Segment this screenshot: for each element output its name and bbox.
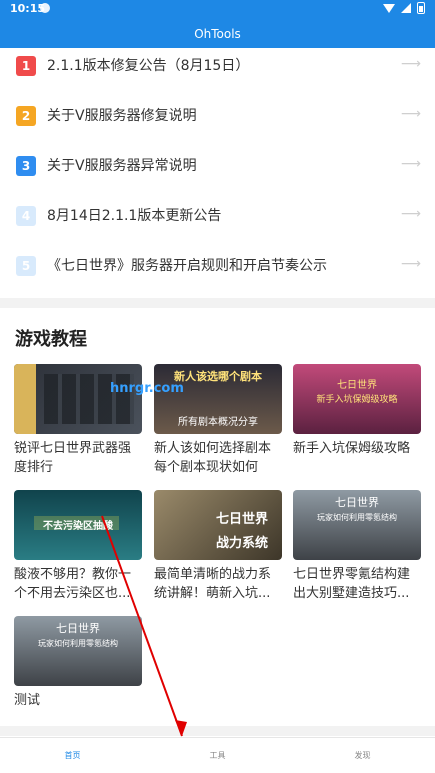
tutorial-thumbnail <box>14 364 142 434</box>
tutorial-thumbnail: 七日世界 玩家如何利用零氪结构 <box>293 490 421 560</box>
status-bar: 10:15 <box>0 0 435 18</box>
tutorial-thumbnail: 七日世界 战力系统 <box>154 490 282 560</box>
tutorial-card[interactable]: 七日世界 战力系统 最简单清晰的战力系统讲解！萌新入坑... <box>154 490 282 603</box>
notice-rank-badge: 4 <box>16 206 36 226</box>
tab-discover[interactable]: 发现 <box>290 738 435 773</box>
section-title: 游戏教程 <box>15 329 87 350</box>
tutorial-caption: 新手入坑保姆级攻略 <box>293 441 411 456</box>
tutorial-thumbnail: 不去污染区抽酸 <box>14 490 142 560</box>
tutorial-thumbnail: 七日世界 玩家如何利用零氪结构 <box>14 616 142 686</box>
notice-title: 8月14日2.1.1版本更新公告 <box>47 208 222 224</box>
tutorial-thumbnail: 新人该选哪个剧本 所有剧本概况分享 <box>154 364 282 434</box>
thumbnail-title: 七日世界 <box>56 622 100 635</box>
notice-list: 1 2.1.1版本修复公告（8月15日） ⟶ 2 关于V服服务器修复说明 ⟶ 3… <box>0 48 435 298</box>
tutorial-caption: 七日世界零氪结构建出大别墅建造技巧... <box>293 567 411 601</box>
tab-tools[interactable]: 工具 <box>145 738 290 773</box>
notice-item[interactable]: 2 关于V服服务器修复说明 ⟶ <box>0 98 435 148</box>
tutorial-card[interactable]: 不去污染区抽酸 酸液不够用？教你一个不用去污染区也... <box>14 490 142 603</box>
notice-title: 关于V服服务器异常说明 <box>47 158 197 174</box>
status-icons <box>383 2 425 14</box>
tutorial-card[interactable]: 七日世界 玩家如何利用零氪结构 七日世界零氪结构建出大别墅建造技巧... <box>293 490 421 603</box>
watermark: hnrgr.com <box>110 381 184 396</box>
notice-title: 2.1.1版本修复公告（8月15日） <box>47 58 250 74</box>
notice-item[interactable]: 1 2.1.1版本修复公告（8月15日） ⟶ <box>0 48 435 98</box>
bottom-divider <box>0 726 435 736</box>
arrow-right-icon: ⟶ <box>400 106 421 122</box>
notice-item[interactable]: 3 关于V服服务器异常说明 ⟶ <box>0 148 435 198</box>
notice-title: 关于V服服务器修复说明 <box>47 108 197 124</box>
thumbnail-subtitle: 玩家如何利用零氪结构 <box>317 513 397 522</box>
tutorial-caption: 锐评七日世界武器强度排行 <box>14 441 132 475</box>
notice-rank-badge: 2 <box>16 106 36 126</box>
app-title: OhTools <box>194 27 241 41</box>
tutorial-card[interactable]: 七日世界 玩家如何利用零氪结构 测试 <box>14 616 142 729</box>
battery-icon <box>417 2 425 14</box>
thumbnail-title: 不去污染区抽酸 <box>43 521 113 532</box>
notice-rank-badge: 5 <box>16 256 36 276</box>
tutorial-caption: 最简单清晰的战力系统讲解！萌新入坑... <box>154 567 272 601</box>
arrow-right-icon: ⟶ <box>400 56 421 72</box>
notice-item[interactable]: 5 《七日世界》服务器开启规则和开启节奏公示 ⟶ <box>0 248 435 298</box>
arrow-right-icon: ⟶ <box>400 156 421 172</box>
app-header: 10:15 OhTools <box>0 0 435 48</box>
tutorial-caption: 新人该如何选择剧本每个剧本现状如何 <box>154 441 272 475</box>
notice-item[interactable]: 4 8月14日2.1.1版本更新公告 ⟶ <box>0 198 435 248</box>
tab-home[interactable]: 首页 <box>0 738 145 773</box>
bottom-nav: 首页 工具 发现 <box>0 737 435 773</box>
tutorial-caption: 酸液不够用？教你一个不用去污染区也... <box>14 567 132 601</box>
thumbnail-subtitle: 所有剧本概况分享 <box>178 417 258 428</box>
thumbnail-title: 七日世界 <box>215 512 268 527</box>
arrow-right-icon: ⟶ <box>400 206 421 222</box>
thumbnail-title: 七日世界 <box>337 380 377 391</box>
arrow-right-icon: ⟶ <box>400 256 421 272</box>
signal-icon <box>401 3 411 13</box>
tutorial-caption: 测试 <box>14 693 41 708</box>
notice-rank-badge: 1 <box>16 56 36 76</box>
thumbnail-subtitle: 玩家如何利用零氪结构 <box>38 639 118 648</box>
tutorial-card[interactable]: 七日世界 新手入坑保姆级攻略 新手入坑保姆级攻略 <box>293 364 421 477</box>
thumbnail-subtitle: 新手入坑保姆级攻略 <box>316 395 398 405</box>
thumbnail-subtitle: 战力系统 <box>215 536 268 551</box>
section-divider <box>0 298 435 308</box>
notice-rank-badge: 3 <box>16 156 36 176</box>
thumbnail-title: 七日世界 <box>335 496 379 509</box>
notice-title: 《七日世界》服务器开启规则和开启节奏公示 <box>47 258 327 274</box>
download-notification-icon <box>40 3 50 13</box>
tutorial-thumbnail: 七日世界 新手入坑保姆级攻略 <box>293 364 421 434</box>
wifi-icon <box>383 3 395 13</box>
